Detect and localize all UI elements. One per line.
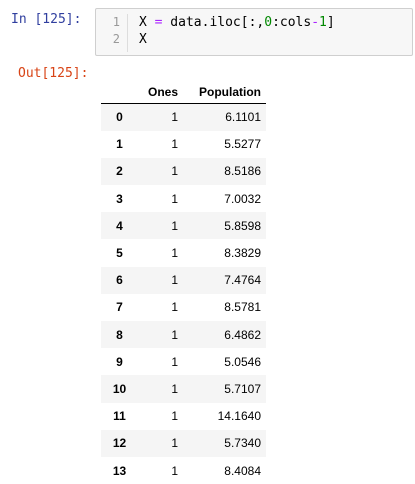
row-index: 10 [112, 381, 127, 396]
line-number: 2 [112, 32, 120, 46]
line-number: 1 [112, 15, 120, 29]
row-index: 9 [116, 354, 123, 369]
cell-population: 5.8598 [224, 218, 261, 233]
table-row: 13 1 8.4084 [101, 456, 266, 484]
cell-population: 5.7340 [224, 436, 261, 451]
cell-population: 7.4764 [224, 273, 261, 288]
row-index: 4 [116, 218, 123, 233]
row-index: 5 [116, 246, 123, 261]
cell-population: 5.5277 [224, 137, 261, 152]
cell-population: 5.7107 [224, 381, 261, 396]
cell-ones: 1 [171, 191, 178, 206]
cell-ones: 1 [171, 463, 178, 478]
cell-ones: 1 [171, 246, 178, 261]
table-row: 0 1 6.1101 [101, 103, 266, 131]
table-row: 1 1 5.5277 [101, 130, 266, 158]
table-row: 6 1 7.4764 [101, 266, 266, 294]
row-index: 1 [116, 137, 123, 152]
code-editor[interactable]: X = data.iloc[:,0:cols-1] X [139, 14, 335, 48]
cell-ones: 1 [171, 409, 178, 424]
row-index: 6 [116, 273, 123, 288]
code-token: X [139, 15, 155, 30]
cell-population: 14.1640 [217, 409, 261, 424]
table-row: 10 1 5.7107 [101, 375, 266, 403]
row-index: 0 [116, 110, 123, 125]
table-row: 4 1 5.8598 [101, 212, 266, 240]
input-prompt: In [125]: [11, 12, 82, 27]
table-row: 7 1 8.5781 [101, 293, 266, 321]
table-header-row: Ones Population [101, 81, 266, 104]
row-index: 11 [113, 409, 126, 424]
cell-ones: 1 [171, 110, 178, 125]
code-number: 1 [319, 15, 327, 30]
code-number: 0 [264, 15, 273, 30]
output-prompt: Out[125]: [18, 66, 89, 81]
cell-ones: 1 [171, 273, 178, 288]
row-index: 3 [116, 191, 123, 206]
cell-population: 8.4084 [224, 463, 261, 478]
table-row: 12 1 5.7340 [101, 429, 266, 457]
table-row: 5 1 8.3829 [101, 239, 266, 267]
code-operator: - [311, 15, 320, 30]
row-index: 12 [112, 436, 127, 451]
table-row: 2 1 8.5186 [101, 157, 266, 186]
code-line[interactable]: X [139, 31, 335, 48]
cell-population: 6.4862 [224, 327, 261, 342]
table-row: 8 1 6.4862 [101, 321, 266, 349]
cell-population: 5.0546 [224, 354, 261, 369]
cell-ones: 1 [171, 137, 178, 152]
cell-population: 6.1101 [225, 110, 261, 125]
index-header [101, 81, 138, 104]
row-index: 2 [116, 164, 123, 179]
code-cell-input[interactable]: 1 2 X = data.iloc[:,0:cols-1] X [95, 8, 413, 56]
table-row: 9 1 5.0546 [101, 348, 266, 376]
dataframe-table: Ones Population 0 1 6.1101 1 1 5.5277 2 1 8.5186… [101, 81, 266, 484]
cell-ones: 1 [171, 381, 178, 396]
cell-ones: 1 [171, 164, 178, 179]
table-row: 11 1 14.1640 [101, 402, 266, 430]
cell-ones: 1 [171, 327, 178, 342]
cell-ones: 1 [171, 218, 178, 233]
row-index: 7 [116, 300, 123, 315]
cell-ones: 1 [171, 354, 178, 369]
cell-ones: 1 [171, 300, 178, 315]
cell-population: 8.5781 [224, 300, 261, 315]
table-row: 3 1 7.0032 [101, 185, 266, 213]
cell-population: 8.3829 [224, 246, 261, 261]
cell-population: 8.5186 [224, 164, 261, 179]
cell-population: 7.0032 [224, 191, 261, 206]
column-header-ones: Ones [138, 81, 183, 104]
table-body: 0 1 6.1101 1 1 5.5277 2 1 8.5186 3 1 7.0032 4 1 5.8598… [101, 103, 266, 484]
cell-ones: 1 [171, 436, 178, 451]
code-token: ] [326, 15, 335, 30]
row-index: 8 [116, 327, 123, 342]
code-token: data.iloc[:, [162, 15, 265, 30]
code-line[interactable]: X = data.iloc[:,0:cols-1] [139, 14, 335, 31]
code-token: :cols [272, 15, 312, 30]
row-index: 13 [112, 463, 127, 478]
line-number-gutter: 1 2 [96, 14, 128, 52]
column-header-population: Population [183, 81, 266, 104]
